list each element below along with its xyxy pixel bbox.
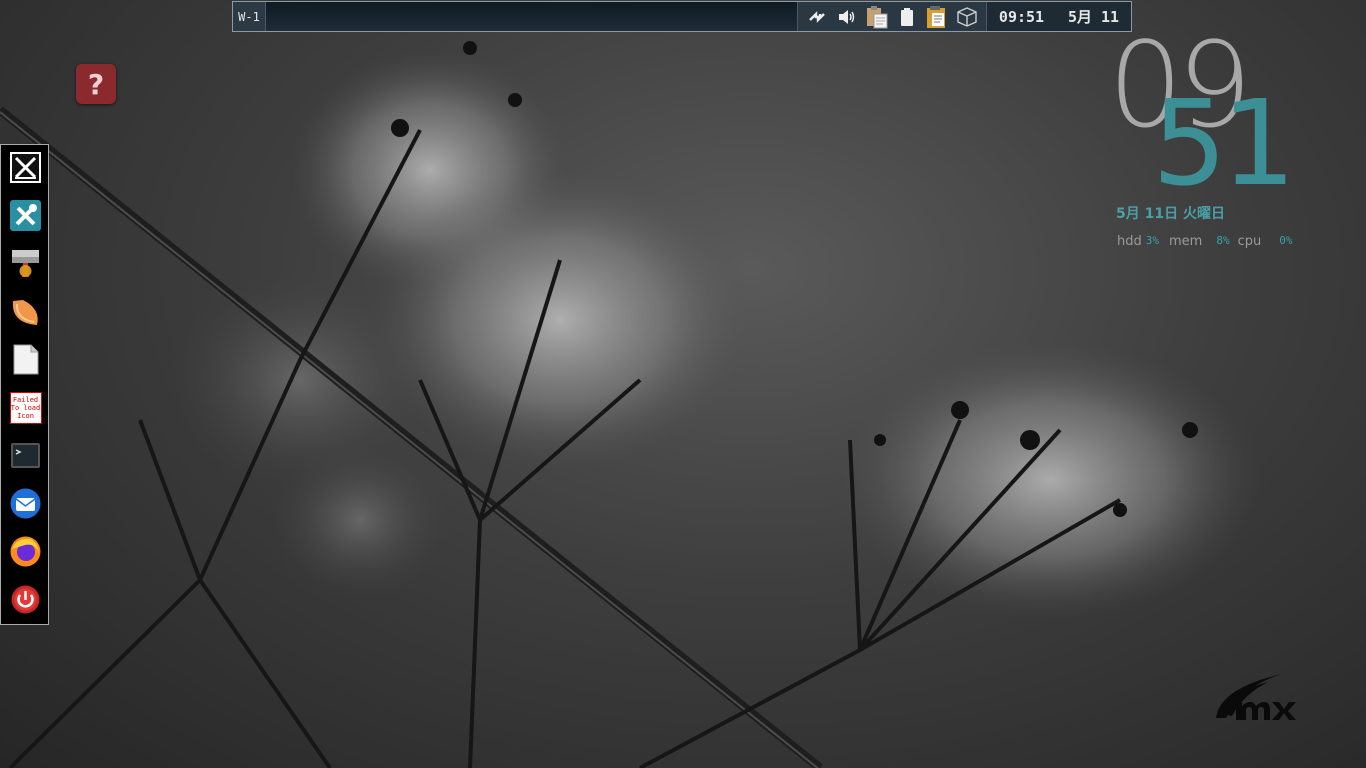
help-icon-glyph: ? <box>87 67 105 101</box>
help-desktop-icon[interactable]: ? <box>76 64 116 104</box>
clipboard-manager-icon[interactable] <box>926 5 948 28</box>
network-icon[interactable] <box>806 6 828 28</box>
mx-logo <box>1216 674 1296 720</box>
tangerine-icon[interactable] <box>9 295 42 328</box>
file-manager-icon[interactable] <box>9 247 42 280</box>
cpu-label: cpu <box>1237 234 1262 249</box>
conky-minute: 51 <box>1152 74 1296 212</box>
mem-label: mem <box>1169 234 1203 249</box>
failed-icon[interactable]: Failed To load Icon <box>9 391 42 424</box>
hdd-label: hdd <box>1117 234 1142 249</box>
document-icon[interactable] <box>9 343 42 376</box>
clipboard-icon[interactable] <box>866 5 888 28</box>
firefox-icon[interactable] <box>9 535 42 568</box>
cpu-value: 0% <box>1279 234 1293 247</box>
failed-icon-text: Failed To load Icon <box>9 391 42 424</box>
hdd-value: 3% <box>1145 234 1159 247</box>
workspace-button[interactable]: W-1 <box>233 2 266 31</box>
top-panel: W-1 09:51 5月 11 <box>232 1 1132 32</box>
taskbar-area[interactable] <box>266 2 797 31</box>
power-icon[interactable] <box>9 583 42 616</box>
package-icon[interactable] <box>956 6 978 28</box>
terminal-icon[interactable] <box>9 439 42 472</box>
conky-date: 5月 11日 火曜日 <box>1116 206 1225 222</box>
mem-value: 8% <box>1216 234 1230 247</box>
mx-tools-icon[interactable] <box>9 199 42 232</box>
battery-icon[interactable] <box>896 6 918 28</box>
conky-stats: hdd 3% mem 8% cpu 0% <box>1117 234 1292 249</box>
volume-icon[interactable] <box>836 6 858 28</box>
thunderbird-icon[interactable] <box>9 487 42 520</box>
clock-time: 09:51 <box>998 7 1045 26</box>
app-dock: Failed To load Icon <box>0 144 49 625</box>
system-tray <box>797 2 986 31</box>
mx-tweak-icon[interactable] <box>9 151 42 184</box>
